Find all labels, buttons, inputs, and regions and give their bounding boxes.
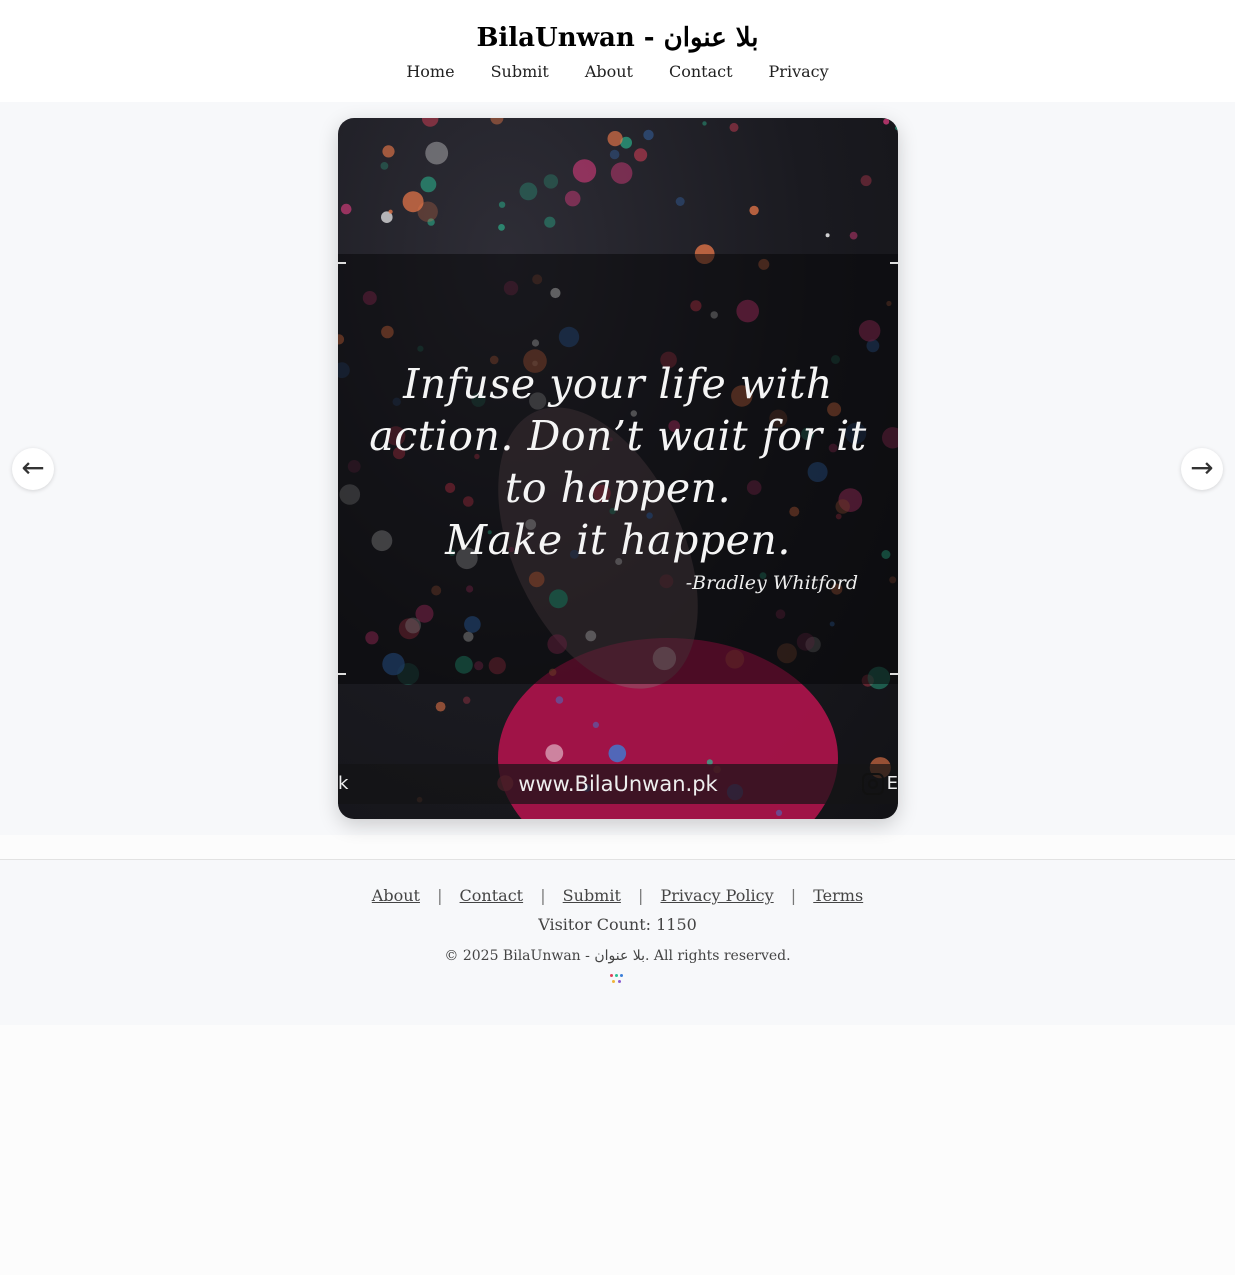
bokeh-dot [435, 701, 446, 712]
quote-line: action. Don’t wait for it [369, 412, 867, 460]
instagram-icon [862, 773, 884, 795]
bokeh-dot [545, 744, 564, 762]
site-title[interactable]: BilaUnwan - بلا عنوان [0, 20, 1235, 56]
quote-line: Make it happen. [445, 516, 791, 564]
nav-contact[interactable]: Contact [669, 62, 733, 81]
bokeh-dot [555, 696, 564, 704]
watermark-url: www.BilaUnwan.pk [518, 772, 718, 796]
bokeh-dot [498, 201, 506, 208]
spacer [0, 835, 1235, 859]
crop-mark [338, 262, 346, 264]
bokeh-dot [572, 159, 597, 183]
bokeh-dot [543, 174, 559, 189]
bokeh-dot [420, 176, 437, 193]
bokeh-dot [417, 201, 438, 222]
footer-links: About | Contact | Submit | Privacy Polic… [0, 886, 1235, 905]
bokeh-dot [592, 721, 599, 729]
carousel: ← Infuse your life with action. Don’t wa… [0, 102, 1235, 835]
bokeh-dot [825, 233, 830, 238]
bokeh-dot [849, 231, 858, 240]
nav-submit[interactable]: Submit [491, 62, 549, 81]
visitor-count: Visitor Count: 1150 [538, 915, 697, 934]
site-footer: About | Contact | Submit | Privacy Polic… [0, 859, 1235, 1025]
bokeh-dot [860, 175, 872, 187]
prev-arrow-icon[interactable]: ← [12, 448, 54, 490]
bokeh-dot [388, 209, 393, 214]
quote-image: Infuse your life with action. Don’t wait… [338, 118, 898, 819]
bokeh-dot [425, 141, 449, 165]
copyright: © 2025 BilaUnwan - بلا عنوان. All rights… [444, 948, 791, 964]
footer-link-submit[interactable]: Submit [563, 886, 621, 905]
site-header: BilaUnwan - بلا عنوان Home Submit About … [0, 0, 1235, 102]
bokeh-dot [380, 162, 389, 170]
watermark-strip: k www.BilaUnwan.pk E [338, 764, 898, 804]
bokeh-dot [564, 190, 581, 207]
nav-privacy[interactable]: Privacy [769, 62, 829, 81]
footer-link-privacy-policy[interactable]: Privacy Policy [660, 886, 773, 905]
strip-left-text: k [338, 773, 349, 794]
nav-home[interactable]: Home [406, 62, 454, 81]
crop-mark [890, 262, 898, 264]
next-arrow-icon[interactable]: → [1181, 448, 1223, 490]
strip-right-text: E [886, 773, 898, 794]
footer-link-terms[interactable]: Terms [813, 886, 863, 905]
bokeh-dot [775, 809, 783, 817]
bokeh-dot [675, 197, 685, 206]
footer-separator: | [638, 886, 644, 905]
bokeh-dot [607, 131, 623, 147]
site-logo [608, 972, 628, 986]
quote-line: to happen. [504, 464, 732, 512]
nav-about[interactable]: About [585, 62, 633, 81]
footer-separator: | [790, 886, 797, 905]
bokeh-dot [702, 121, 707, 126]
crop-mark [890, 673, 898, 675]
bokeh-dot [643, 129, 654, 141]
footer-separator: | [437, 886, 443, 905]
footer-link-contact[interactable]: Contact [460, 886, 524, 905]
bokeh-dot [634, 148, 648, 162]
bokeh-dot [895, 125, 898, 131]
bokeh-dot [422, 118, 439, 127]
crop-mark [338, 673, 346, 675]
bokeh-dot [544, 216, 556, 228]
footer-separator: | [540, 886, 546, 905]
bokeh-dot [519, 182, 538, 201]
bokeh-dot [749, 205, 759, 216]
quote-author: -Bradley Whitford [685, 572, 858, 594]
bokeh-dot [498, 224, 505, 231]
quote-line: Infuse your life with [403, 360, 833, 408]
main-nav: Home Submit About Contact Privacy [0, 62, 1235, 81]
bokeh-dot [608, 744, 627, 763]
bokeh-dot [463, 696, 471, 704]
bokeh-dot [610, 162, 633, 184]
bokeh-dot [883, 118, 890, 125]
bokeh-dot [340, 203, 352, 215]
bokeh-dot [729, 122, 739, 132]
bokeh-dot [490, 118, 504, 125]
footer-link-about[interactable]: About [372, 886, 420, 905]
quote-text: Infuse your life with action. Don’t wait… [338, 358, 898, 566]
bokeh-dot [609, 149, 620, 160]
bokeh-dot [382, 145, 395, 158]
